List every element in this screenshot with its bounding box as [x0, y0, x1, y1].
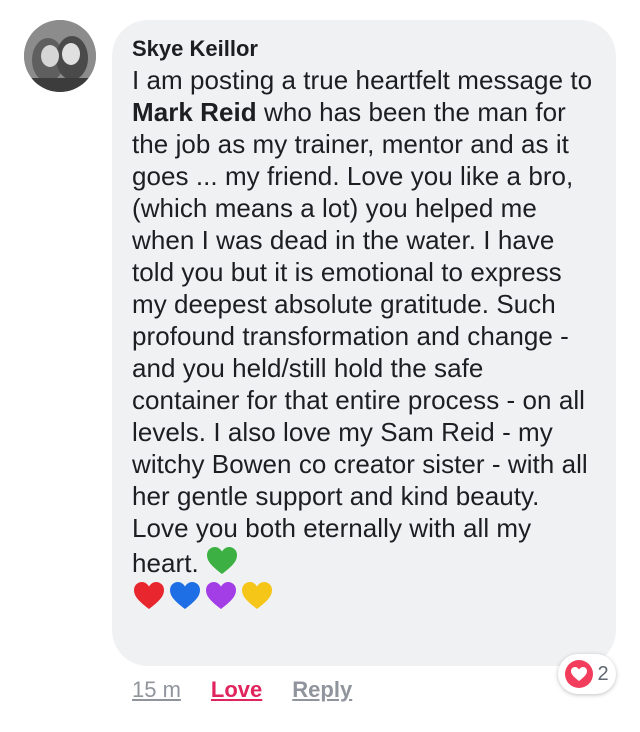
comment-text-rest: who has been the man for the job as my t…: [132, 97, 588, 578]
comment-text-start: I am posting a true heartfelt message to: [132, 65, 593, 95]
love-button[interactable]: Love: [211, 677, 262, 702]
comment-author[interactable]: Skye Keillor: [132, 34, 598, 64]
blue-heart-icon: [168, 579, 202, 613]
green-heart-icon: [205, 544, 239, 578]
reaction-count: 2: [597, 662, 609, 685]
comment-actions: 15 m Love Reply: [132, 676, 382, 704]
comment-bubble: Skye Keillor I am posting a true heartfe…: [112, 20, 616, 666]
reaction-summary[interactable]: 2: [558, 654, 616, 694]
mention-link[interactable]: Mark Reid: [132, 97, 257, 127]
purple-heart-icon: [204, 579, 238, 613]
timestamp-link[interactable]: 15 m: [132, 677, 181, 702]
avatar[interactable]: [24, 20, 96, 92]
yellow-heart-icon: [240, 579, 274, 613]
emoji-row: [132, 579, 598, 623]
comment-text: I am posting a true heartfelt message to…: [132, 64, 598, 579]
love-icon: [565, 660, 594, 688]
red-heart-icon: [132, 579, 166, 613]
reply-button[interactable]: Reply: [292, 677, 352, 702]
